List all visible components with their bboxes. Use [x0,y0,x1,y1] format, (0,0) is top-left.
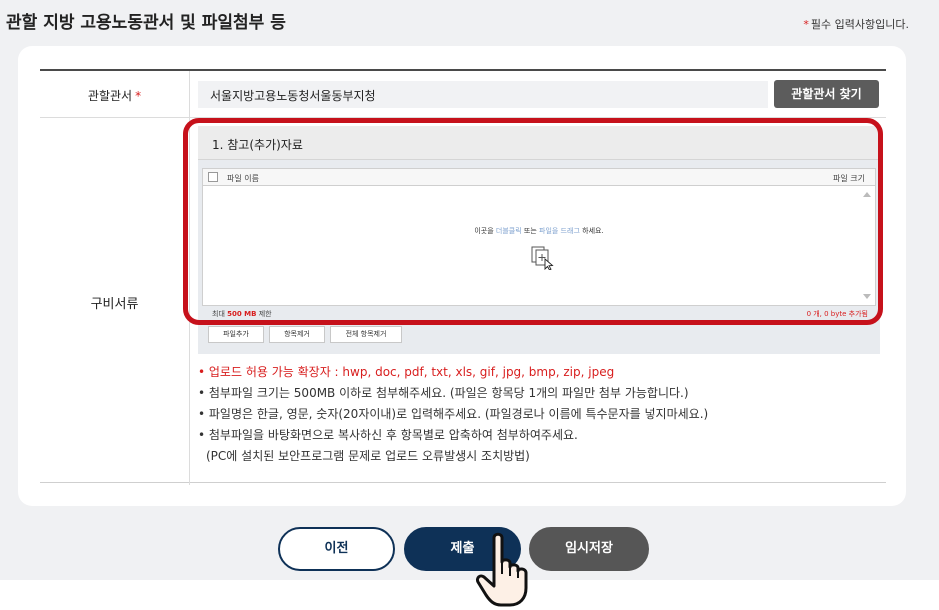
prev-button[interactable]: 이전 [278,527,395,571]
remove-all-button[interactable]: 전체 항목제거 [330,326,402,343]
office-label-text: 관할관서 [87,89,133,103]
upload-notes: • 업로드 허용 가능 확장자 : hwp, doc, pdf, txt, xl… [198,362,878,467]
office-field: 서울지방고용노동청서울동부지청 [198,81,768,108]
note-size: • 첨부파일 크기는 500MB 이하로 첨부해주세요. (파일은 항목당 1개… [198,386,689,400]
office-required-star: * [135,89,142,103]
documents-label-cell: 구비서류 [40,118,190,485]
highlight-frame [183,118,883,325]
documents-label: 구비서류 [90,297,139,312]
note-extensions: • 업로드 허용 가능 확장자 : hwp, doc, pdf, txt, xl… [198,365,615,379]
remove-item-button[interactable]: 항목제거 [269,326,325,343]
uploader-button-row: 파일추가 항목제거 전체 항목제거 [202,323,876,345]
required-note: * 필수 입력사항입니다. [803,16,909,32]
find-office-button[interactable]: 관할관서 찾기 [774,80,879,108]
required-note-star: * [803,18,809,31]
office-row: 관할관서 * 서울지방고용노동청서울동부지청 관할관서 찾기 [40,71,886,118]
temp-save-button[interactable]: 임시저장 [529,527,649,571]
office-label-cell: 관할관서 * [40,71,190,117]
note-troubleshoot-link[interactable]: (PC에 설치된 보안프로그램 문제로 업로드 오류발생시 조치방법) [198,446,878,467]
required-note-text: 필수 입력사항입니다. [810,18,909,31]
office-label: 관할관서 * [40,87,189,104]
page-title: 관할 지방 고용노동관서 및 파일첨부 등 [6,13,286,33]
hand-pointer-icon [476,532,528,607]
add-file-button[interactable]: 파일추가 [208,326,264,343]
note-filename: • 파일명은 한글, 영문, 숫자(20자이내)로 입력해주세요. (파일경로나… [198,407,709,421]
note-compress: • 첨부파일을 바탕화면으로 복사하신 후 항목별로 압축하여 첨부하여주세요. [198,428,578,442]
